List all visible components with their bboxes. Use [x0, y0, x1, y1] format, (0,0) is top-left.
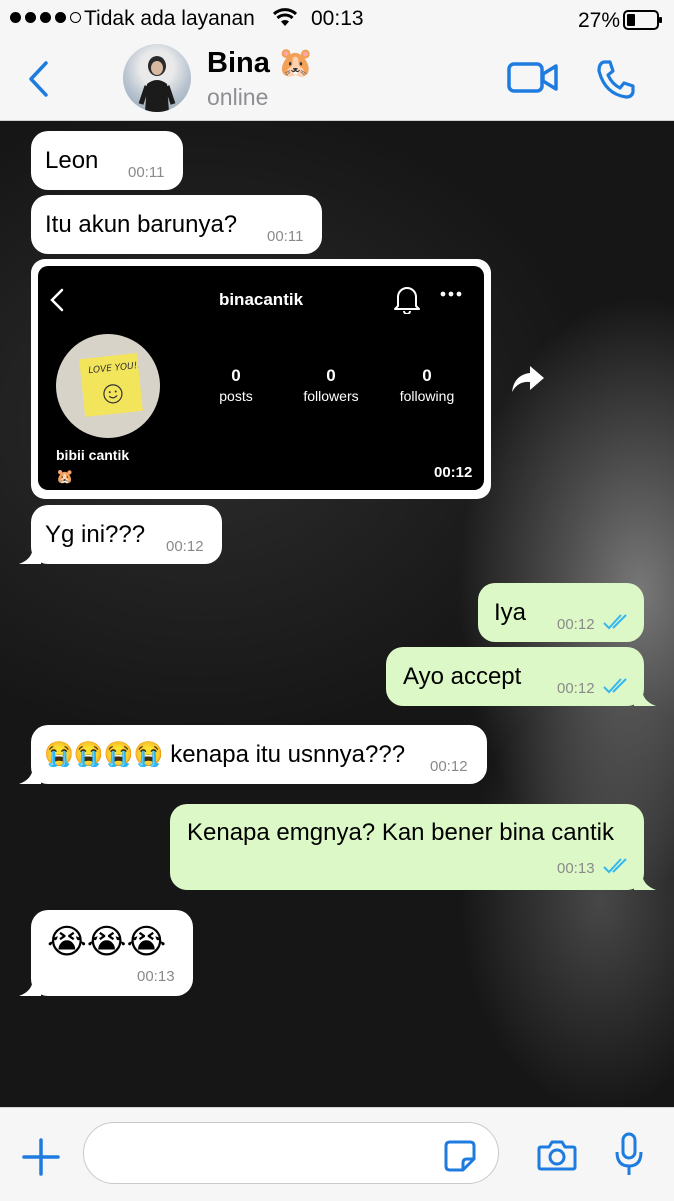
instagram-profile-screenshot: binacantik LOVE YOU!! 0 posts 0 follower…	[38, 266, 484, 490]
profile-display-name: bibii cantik	[56, 447, 130, 463]
back-chevron-icon[interactable]	[26, 60, 50, 98]
wifi-icon	[272, 8, 298, 26]
message-time: 00:13	[137, 968, 175, 985]
contact-name[interactable]: Bina 🐹	[207, 46, 314, 80]
message-text: Itu akun barunya?	[45, 211, 238, 238]
carrier-label: Tidak ada layanan	[84, 7, 255, 30]
contact-status: online	[207, 84, 269, 110]
message-time: 00:13	[557, 860, 595, 877]
followers-count: 0	[326, 366, 336, 385]
message-bubble[interactable]: Kenapa emgnya? Kan bener bina cantik 00:…	[170, 804, 656, 890]
sticky-note: LOVE YOU!!	[79, 353, 143, 417]
read-receipt-icon	[603, 614, 627, 630]
bell-icon	[394, 287, 420, 314]
message-text: Leon	[45, 147, 99, 174]
plus-icon[interactable]	[22, 1138, 60, 1176]
status-time: 00:13	[311, 7, 364, 30]
bubble-tail	[634, 688, 656, 706]
following-count: 0	[422, 366, 432, 385]
following-label: following	[399, 388, 455, 404]
message-bubble[interactable]: Ayo accept 00:12	[386, 647, 656, 706]
message-text: Ayo accept	[403, 663, 522, 690]
camera-icon[interactable]	[537, 1138, 577, 1172]
microphone-icon[interactable]	[614, 1132, 644, 1178]
posts-count: 0	[231, 366, 241, 385]
message-text: Iya	[494, 599, 527, 626]
more-options-icon	[440, 291, 462, 297]
message-text: 😭😭😭	[47, 922, 167, 962]
read-receipt-icon	[603, 858, 627, 874]
message-bubble[interactable]: Yg ini??? 00:12	[19, 505, 222, 564]
message-time: 00:12	[430, 758, 468, 775]
battery-icon	[623, 10, 662, 30]
message-bubble[interactable]: Iya 00:12	[478, 583, 644, 642]
profile-picture: LOVE YOU!!	[56, 334, 160, 438]
status-bar: Tidak ada layanan 00:13 27%	[0, 0, 674, 40]
svg-text:LOVE YOU!!: LOVE YOU!!	[88, 361, 142, 376]
chat-header: Bina 🐹 online	[0, 40, 674, 121]
message-time: 00:11	[128, 164, 165, 181]
video-call-icon[interactable]	[506, 60, 560, 96]
bubble-tail	[19, 978, 41, 996]
bubble-tail	[634, 872, 656, 890]
message-time: 00:12	[557, 616, 595, 633]
phone-call-icon[interactable]	[595, 58, 637, 100]
contact-avatar[interactable]	[123, 44, 191, 112]
message-bubble[interactable]: 😭😭😭😭 kenapa itu usnnya??? 00:12	[19, 725, 487, 784]
message-time: 00:12	[557, 680, 595, 697]
bubble-tail	[19, 766, 41, 784]
chat-messages-area[interactable]: Leon 00:11 Itu akun barunya? 00:11 binac…	[0, 121, 674, 1107]
followers-stat: 0 followers	[286, 366, 376, 404]
message-text: Yg ini???	[45, 521, 146, 548]
posts-stat: 0 posts	[191, 366, 281, 404]
message-input[interactable]	[83, 1122, 499, 1184]
posts-label: posts	[219, 388, 253, 404]
message-bubble[interactable]: Leon 00:11	[31, 131, 183, 190]
image-message[interactable]: binacantik LOVE YOU!! 0 posts 0 follower…	[31, 259, 491, 499]
signal-strength-icon	[10, 12, 81, 23]
message-time: 00:12	[434, 464, 473, 481]
following-stat: 0 following	[382, 366, 472, 404]
message-text: Kenapa emgnya? Kan bener bina cantik	[187, 819, 614, 846]
message-input-bar	[0, 1107, 674, 1201]
message-time: 00:12	[166, 538, 204, 555]
bubble-tail	[19, 546, 41, 564]
hamster-emoji: 🐹	[56, 469, 74, 485]
message-text: 😭😭😭😭 kenapa itu usnnya???	[44, 741, 406, 768]
sticker-icon[interactable]	[443, 1139, 477, 1173]
forward-arrow-icon[interactable]	[510, 364, 546, 394]
battery-percentage: 27%	[578, 9, 621, 32]
followers-label: followers	[303, 388, 359, 404]
message-bubble[interactable]: 😭😭😭 00:13	[19, 910, 193, 996]
message-bubble[interactable]: Itu akun barunya? 00:11	[31, 195, 322, 254]
read-receipt-icon	[603, 678, 627, 694]
message-time: 00:11	[267, 228, 304, 245]
